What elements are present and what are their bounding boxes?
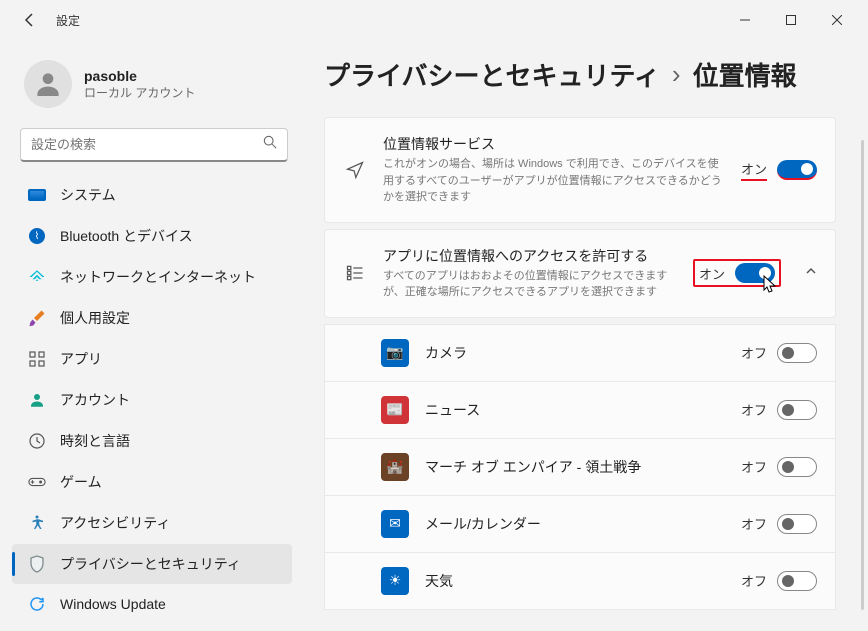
app-icon-empire: 🏰: [381, 453, 409, 481]
app-toggle-camera[interactable]: [777, 343, 817, 363]
sidebar-item-label: ネットワークとインターネット: [60, 267, 256, 287]
account-type: ローカル アカウント: [84, 84, 195, 101]
app-name: 天気: [425, 571, 725, 591]
shield-icon: [28, 555, 46, 573]
app-row-weather[interactable]: ☀ 天気 オフ: [324, 553, 836, 610]
brush-icon: [28, 309, 46, 327]
update-icon: [28, 595, 46, 613]
app-icon-mail: ✉: [381, 510, 409, 538]
app-toggle-mail[interactable]: [777, 514, 817, 534]
sidebar-item-label: アカウント: [60, 390, 130, 410]
toggle-state-label: オフ: [741, 514, 767, 533]
sidebar-item-label: アクセシビリティ: [60, 513, 170, 533]
wifi-icon: [28, 268, 46, 286]
app-access-toggle[interactable]: [735, 263, 775, 283]
search-box[interactable]: [20, 128, 288, 162]
sidebar-item-label: 時刻と言語: [60, 431, 130, 451]
sidebar-item-accounts[interactable]: アカウント: [12, 380, 292, 420]
sidebar-item-time[interactable]: 時刻と言語: [12, 421, 292, 461]
sidebar-item-label: Bluetooth とデバイス: [60, 226, 193, 246]
setting-title: アプリに位置情報へのアクセスを許可する: [383, 246, 677, 266]
sidebar-item-apps[interactable]: アプリ: [12, 339, 292, 379]
toggle-state-label: オン: [699, 264, 725, 283]
accessibility-icon: [28, 514, 46, 532]
maximize-button[interactable]: [768, 4, 814, 36]
app-row-camera[interactable]: 📷 カメラ オフ: [324, 324, 836, 382]
clock-icon: [28, 432, 46, 450]
sidebar-item-label: システム: [60, 185, 116, 205]
setting-description: これがオンの場合、場所は Windows で利用でき、このデバイスを使用するすべ…: [383, 156, 725, 206]
system-icon: [28, 186, 46, 204]
app-row-news[interactable]: 📰 ニュース オフ: [324, 382, 836, 439]
chevron-right-icon: ›: [672, 59, 681, 90]
window-title: 設定: [56, 12, 80, 29]
app-name: マーチ オブ エンパイア - 領土戦争: [425, 457, 725, 477]
sidebar-item-network[interactable]: ネットワークとインターネット: [12, 257, 292, 297]
app-name: メール/カレンダー: [425, 514, 725, 534]
app-icon-weather: ☀: [381, 567, 409, 595]
close-button[interactable]: [814, 4, 860, 36]
app-toggle-weather[interactable]: [777, 571, 817, 591]
location-service-toggle[interactable]: [777, 160, 817, 180]
sidebar-item-privacy[interactable]: プライバシーとセキュリティ: [12, 544, 292, 584]
minimize-button[interactable]: [722, 4, 768, 36]
setting-location-service[interactable]: 位置情報サービス これがオンの場合、場所は Windows で利用でき、このデバ…: [324, 117, 836, 223]
list-icon: [343, 263, 367, 283]
nav-list: システム ⌇ Bluetooth とデバイス ネットワークとインターネット 個人…: [8, 174, 300, 623]
chevron-up-icon[interactable]: [805, 264, 817, 282]
avatar: [24, 60, 72, 108]
sidebar: pasoble ローカル アカウント システム ⌇ Bluetooth とデバイ…: [0, 40, 300, 631]
breadcrumb-parent[interactable]: プライバシーとセキュリティ: [324, 56, 660, 93]
back-button[interactable]: [20, 10, 40, 30]
sidebar-item-accessibility[interactable]: アクセシビリティ: [12, 503, 292, 543]
sidebar-item-label: プライバシーとセキュリティ: [60, 554, 241, 574]
breadcrumb: プライバシーとセキュリティ › 位置情報: [324, 56, 848, 93]
toggle-state-label: オフ: [741, 343, 767, 362]
content-area: プライバシーとセキュリティ › 位置情報 位置情報サービス これがオンの場合、場…: [300, 40, 868, 631]
sidebar-item-label: アプリ: [60, 349, 102, 369]
app-icon-camera: 📷: [381, 339, 409, 367]
sidebar-item-label: ゲーム: [60, 472, 102, 492]
sidebar-item-personalization[interactable]: 個人用設定: [12, 298, 292, 338]
setting-description: すべてのアプリはおおよその位置情報にアクセスできますが、正確な場所にアクセスでき…: [383, 268, 677, 301]
bluetooth-icon: ⌇: [28, 227, 46, 245]
scrollbar[interactable]: [861, 140, 864, 610]
location-icon: [343, 160, 367, 180]
app-toggle-empire[interactable]: [777, 457, 817, 477]
account-icon: [28, 391, 46, 409]
sidebar-item-bluetooth[interactable]: ⌇ Bluetooth とデバイス: [12, 216, 292, 256]
toggle-state-label: オン: [741, 159, 767, 181]
sidebar-item-gaming[interactable]: ゲーム: [12, 462, 292, 502]
app-name: ニュース: [425, 400, 725, 420]
sidebar-item-update[interactable]: Windows Update: [12, 585, 292, 623]
toggle-state-label: オフ: [741, 400, 767, 419]
toggle-state-label: オフ: [741, 457, 767, 476]
app-list: 📷 カメラ オフ 📰 ニュース オフ 🏰 マーチ オブ エンパイア - 領土戦争…: [324, 324, 836, 610]
app-row-mail[interactable]: ✉ メール/カレンダー オフ: [324, 496, 836, 553]
app-toggle-news[interactable]: [777, 400, 817, 420]
gamepad-icon: [28, 473, 46, 491]
app-icon-news: 📰: [381, 396, 409, 424]
app-name: カメラ: [425, 343, 725, 363]
sidebar-item-system[interactable]: システム: [12, 175, 292, 215]
setting-title: 位置情報サービス: [383, 134, 725, 154]
app-row-empire[interactable]: 🏰 マーチ オブ エンパイア - 領土戦争 オフ: [324, 439, 836, 496]
user-section[interactable]: pasoble ローカル アカウント: [8, 48, 300, 128]
toggle-state-label: オフ: [741, 571, 767, 590]
sidebar-item-label: Windows Update: [60, 596, 166, 612]
titlebar: 設定: [0, 0, 868, 40]
breadcrumb-current: 位置情報: [693, 56, 797, 93]
setting-app-access[interactable]: アプリに位置情報へのアクセスを許可する すべてのアプリはおおよその位置情報にアク…: [324, 229, 836, 318]
apps-icon: [28, 350, 46, 368]
username: pasoble: [84, 68, 195, 84]
sidebar-item-label: 個人用設定: [60, 308, 130, 328]
search-icon: [263, 135, 277, 154]
search-input[interactable]: [31, 137, 263, 152]
